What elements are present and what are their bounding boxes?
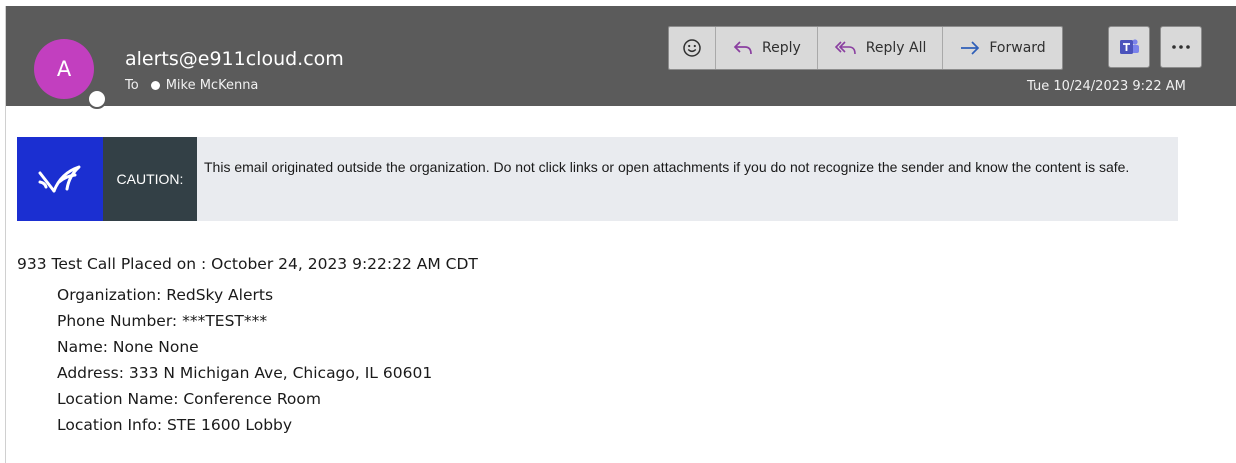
teams-button[interactable] <box>1108 26 1150 68</box>
teams-icon <box>1120 39 1139 54</box>
message-body: 933 Test Call Placed on : October 24, 20… <box>17 255 478 438</box>
ellipsis-icon <box>1172 45 1190 49</box>
sent-date: Tue 10/24/2023 9:22 AM <box>1027 79 1186 94</box>
recipient-presence-icon <box>150 81 160 90</box>
detail-line: Location Info: STE 1600 Lobby <box>57 416 293 434</box>
reply-label: Reply <box>762 40 801 56</box>
detail-line: Name: None None <box>57 338 199 356</box>
caution-label: CAUTION: <box>103 137 197 221</box>
external-email-warning: CAUTION: This email originated outside t… <box>17 137 1178 221</box>
forward-arrow-icon <box>961 41 980 55</box>
recipient-line: To Mike McKenna <box>125 78 258 93</box>
reply-all-arrow-icon <box>834 41 856 55</box>
forward-label: Forward <box>989 40 1046 56</box>
smiley-icon <box>683 39 701 57</box>
presence-status-icon <box>87 89 107 109</box>
detail-line: Organization: RedSky Alerts <box>57 286 274 304</box>
recipient-name[interactable]: Mike McKenna <box>166 78 259 93</box>
sender-avatar[interactable]: A <box>34 39 94 99</box>
message-header: A alerts@e911cloud.com To Mike McKenna R… <box>6 6 1236 109</box>
security-logo <box>17 137 103 221</box>
message-actions: Reply Reply All Forward <box>668 26 1063 70</box>
emoji-reaction-button[interactable] <box>669 27 716 69</box>
caution-message: This email originated outside the organi… <box>204 159 1130 175</box>
reply-button[interactable]: Reply <box>716 27 818 69</box>
sender-address[interactable]: alerts@e911cloud.com <box>125 48 344 70</box>
forward-button[interactable]: Forward <box>943 27 1062 69</box>
more-options-button[interactable] <box>1160 26 1202 68</box>
reply-arrow-icon <box>733 41 752 55</box>
reply-all-label: Reply All <box>865 40 927 56</box>
to-label: To <box>125 78 139 93</box>
detail-line: Address: 333 N Michigan Ave, Chicago, IL… <box>57 364 433 382</box>
reply-all-button[interactable]: Reply All <box>817 27 944 69</box>
brand-logo-icon <box>38 165 81 193</box>
detail-line: Phone Number: ***TEST*** <box>57 312 268 330</box>
detail-line: Location Name: Conference Room <box>57 390 321 408</box>
body-title: 933 Test Call Placed on : October 24, 20… <box>17 255 478 273</box>
